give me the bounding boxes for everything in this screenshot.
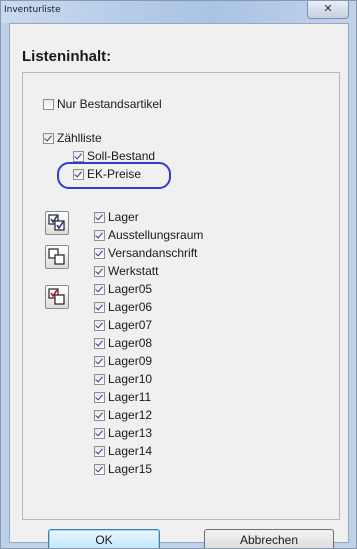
checkbox-label: Lager15 xyxy=(108,462,153,476)
checkbox-label: Soll-Bestand xyxy=(87,149,156,163)
list-content-heading: Listeninhalt: xyxy=(22,48,112,65)
warehouse-checkbox[interactable]: Lager14 xyxy=(94,444,152,458)
checkbox-box[interactable] xyxy=(43,132,54,144)
warehouse-checkbox[interactable]: Werkstatt xyxy=(94,264,158,278)
warehouse-checkbox[interactable]: Lager xyxy=(94,210,139,224)
checkbox-box[interactable] xyxy=(43,98,54,110)
checkbox-box[interactable] xyxy=(73,168,84,180)
checkbox-box[interactable] xyxy=(94,229,105,241)
checkbox-box[interactable] xyxy=(73,150,84,162)
checkbox-box[interactable] xyxy=(94,355,105,367)
checkbox-box[interactable] xyxy=(94,463,105,475)
checkbox-box[interactable] xyxy=(94,409,105,421)
warehouse-checkbox[interactable]: Lager06 xyxy=(94,300,152,314)
checkbox-box[interactable] xyxy=(94,391,105,403)
checkbox-label: EK-Preise xyxy=(87,167,142,181)
checkbox-box[interactable] xyxy=(94,265,105,277)
checkbox-zaehlliste[interactable]: Zählliste xyxy=(43,131,102,145)
checkbox-label: Lager13 xyxy=(108,426,153,440)
checkbox-box[interactable] xyxy=(94,445,105,457)
checkbox-label: Lager11 xyxy=(108,390,152,404)
checkbox-label: Werkstatt xyxy=(108,264,159,278)
warehouse-checkbox[interactable]: Lager12 xyxy=(94,408,152,422)
warehouse-checkbox[interactable]: Lager07 xyxy=(94,318,152,332)
select-none-icon[interactable] xyxy=(45,245,69,269)
ok-button[interactable]: OK xyxy=(48,529,160,548)
warehouse-checkbox[interactable]: Lager05 xyxy=(94,282,152,296)
dialog-window: Inventurliste ✕ Listeninhalt: Nur Bestan… xyxy=(0,0,357,549)
cancel-button[interactable]: Abbrechen xyxy=(204,529,334,548)
dialog-body: Listeninhalt: Nur Bestandsartikel Zählli… xyxy=(9,23,349,548)
checkbox-label: Versandanschrift xyxy=(108,246,198,260)
warehouse-checkbox[interactable]: Lager08 xyxy=(94,336,152,350)
checkbox-label: Lager06 xyxy=(108,300,153,314)
warehouse-checkbox[interactable]: Versandanschrift xyxy=(94,246,197,260)
checkbox-box[interactable] xyxy=(94,283,105,295)
checkbox-label: Lager07 xyxy=(108,318,153,332)
warehouse-checkbox[interactable]: Lager13 xyxy=(94,426,152,440)
checkbox-label: Zählliste xyxy=(57,131,102,145)
checkbox-label: Lager09 xyxy=(108,354,153,368)
checkbox-label: Lager12 xyxy=(108,408,153,422)
checkbox-label: Nur Bestandsartikel xyxy=(57,97,162,111)
checkbox-label: Lager08 xyxy=(108,336,153,350)
checkbox-label: Lager14 xyxy=(108,444,153,458)
title-bar[interactable]: Inventurliste ✕ xyxy=(1,1,356,23)
checkbox-label: Lager05 xyxy=(108,282,153,296)
checkbox-nur-bestandsartikel[interactable]: Nur Bestandsartikel xyxy=(43,97,162,111)
warehouse-checkbox[interactable]: Lager09 xyxy=(94,354,152,368)
checkbox-box[interactable] xyxy=(94,301,105,313)
warehouse-checkbox[interactable]: Ausstellungsraum xyxy=(94,228,203,242)
checkbox-box[interactable] xyxy=(94,211,105,223)
warehouse-checkbox[interactable]: Lager10 xyxy=(94,372,152,386)
close-button[interactable]: ✕ xyxy=(307,1,349,19)
checkbox-soll-bestand[interactable]: Soll-Bestand xyxy=(73,149,155,163)
warehouse-checkbox[interactable]: Lager11 xyxy=(94,390,151,404)
select-all-icon[interactable] xyxy=(45,211,69,235)
checkbox-label: Lager xyxy=(108,210,139,224)
checkbox-box[interactable] xyxy=(94,247,105,259)
checkbox-box[interactable] xyxy=(94,337,105,349)
checkbox-label: Lager10 xyxy=(108,372,153,386)
checkbox-box[interactable] xyxy=(94,427,105,439)
warehouse-checkbox[interactable]: Lager15 xyxy=(94,462,152,476)
checkbox-ek-preise[interactable]: EK-Preise xyxy=(73,167,141,181)
checkbox-box[interactable] xyxy=(94,319,105,331)
checkbox-box[interactable] xyxy=(94,373,105,385)
options-panel: Nur Bestandsartikel Zählliste Soll-Besta… xyxy=(22,72,340,520)
window-title: Inventurliste xyxy=(4,5,61,15)
checkbox-label: Ausstellungsraum xyxy=(108,228,204,242)
invert-selection-icon[interactable] xyxy=(45,285,69,309)
